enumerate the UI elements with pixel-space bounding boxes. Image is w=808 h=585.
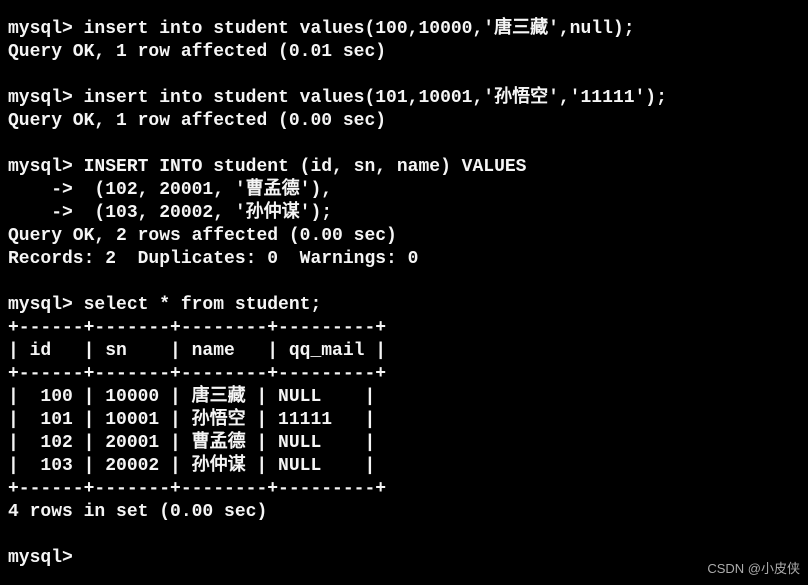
mysql-terminal[interactable]: mysql> insert into student values(100,10… [0, 0, 808, 570]
watermark-text: CSDN @小皮侠 [707, 558, 800, 577]
